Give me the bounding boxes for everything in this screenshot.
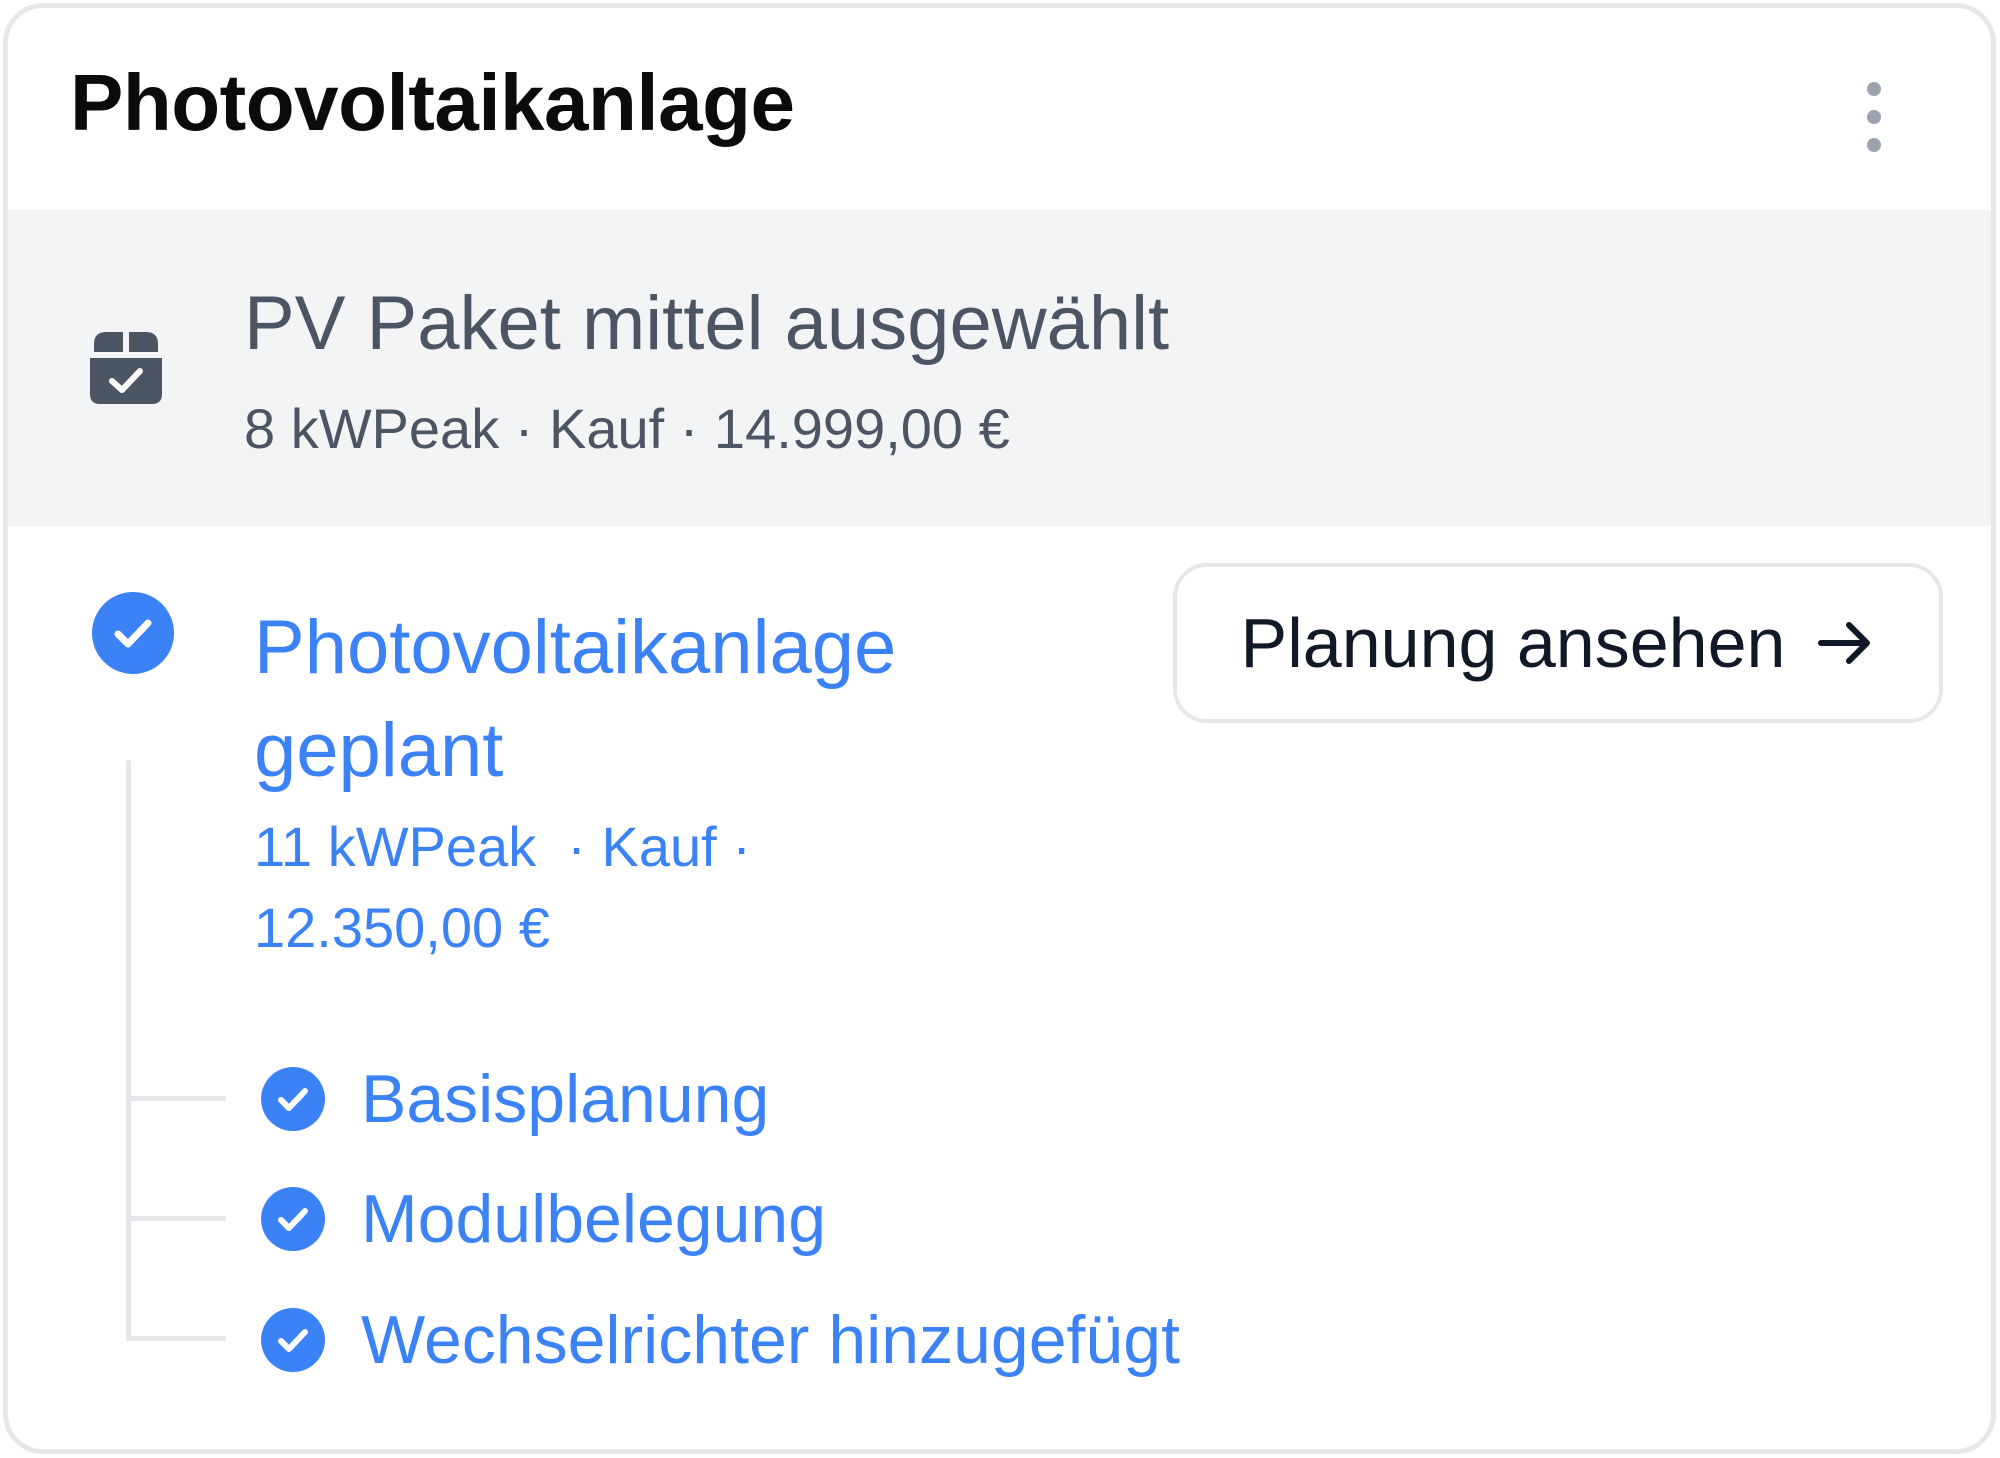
card-title: Photovoltaikanlage (70, 58, 795, 147)
check-circle-icon (92, 592, 174, 674)
sub-step-wechselrichter: Wechselrichter hinzugefügt (261, 1305, 1180, 1375)
view-planning-button[interactable]: Planung ansehen (1173, 563, 1943, 723)
check-circle-icon (261, 1187, 325, 1251)
arrow-right-icon (1818, 622, 1871, 664)
selected-package-section (8, 210, 1991, 526)
planned-details-line: 11 kWPeak · Kauf · (254, 815, 751, 878)
check-circle-icon (261, 1308, 325, 1372)
pv-card: Photovoltaikanlage PV Paket mittel ausge… (3, 3, 1996, 1454)
sub-step-label: Basisplanung (361, 1061, 770, 1137)
planned-details-line: 12.350,00 € (254, 896, 550, 959)
planned-details: 11 kWPeak · Kauf · 12.350,00 € (254, 806, 751, 968)
planned-title-line: Photovoltaikanlage (254, 605, 897, 690)
tree-branch (126, 1216, 226, 1221)
more-vertical-icon[interactable] (1854, 82, 1894, 152)
planned-title: Photovoltaikanlage geplant (254, 596, 1114, 802)
view-planning-label: Planung ansehen (1240, 604, 1786, 682)
menu-dot (1867, 138, 1881, 152)
sub-step-label: Modulbelegung (361, 1181, 827, 1257)
sub-step-modulbelegung: Modulbelegung (261, 1184, 826, 1254)
selected-package-details: 8 kWPeak · Kauf · 14.999,00 € (244, 397, 1010, 460)
package-check-icon (90, 332, 162, 404)
tree-branch (126, 1096, 226, 1101)
sub-step-label: Wechselrichter hinzugefügt (361, 1302, 1180, 1378)
planned-title-line: geplant (254, 708, 504, 793)
menu-dot (1867, 110, 1881, 124)
tree-connector (126, 760, 131, 1338)
check-circle-icon (261, 1067, 325, 1131)
selected-package-title: PV Paket mittel ausgewählt (244, 281, 1170, 366)
tree-branch (126, 1336, 226, 1341)
menu-dot (1867, 82, 1881, 96)
sub-step-basisplanung: Basisplanung (261, 1064, 769, 1134)
